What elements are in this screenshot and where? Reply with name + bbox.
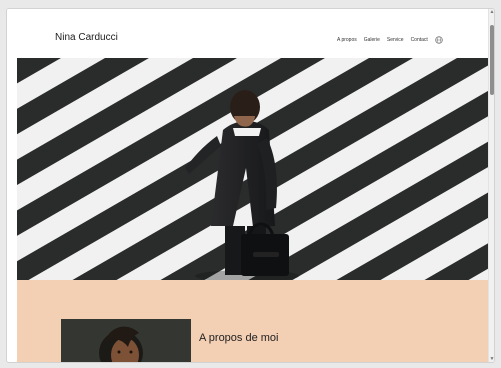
web-page: Nina Carducci A propos Galerie Service C…	[7, 9, 489, 362]
nav-link-service[interactable]: Service	[387, 37, 404, 43]
site-header: Nina Carducci A propos Galerie Service C…	[7, 9, 489, 57]
scroll-up-icon[interactable]: ▲	[489, 9, 494, 15]
scrollbar-thumb[interactable]	[490, 25, 494, 95]
about-heading: A propos de moi	[199, 332, 279, 344]
hero-photo	[17, 58, 489, 280]
scroll-down-icon[interactable]: ▼	[489, 356, 494, 362]
site-title[interactable]: Nina Carducci	[55, 32, 118, 43]
crosswalk-image	[17, 58, 489, 280]
nav-link-contact[interactable]: Contact	[411, 37, 428, 43]
nav-link-gallery[interactable]: Galerie	[364, 37, 380, 43]
globe-icon[interactable]	[435, 36, 443, 44]
browser-window: Nina Carducci A propos Galerie Service C…	[6, 8, 495, 363]
woman-portrait	[61, 319, 191, 362]
about-photo	[61, 319, 191, 362]
vertical-scrollbar[interactable]: ▲ ▼	[488, 9, 494, 362]
nav-link-about[interactable]: A propos	[337, 37, 357, 43]
main-navigation: A propos Galerie Service Contact	[337, 36, 443, 44]
about-section: A propos de moi	[17, 280, 489, 362]
